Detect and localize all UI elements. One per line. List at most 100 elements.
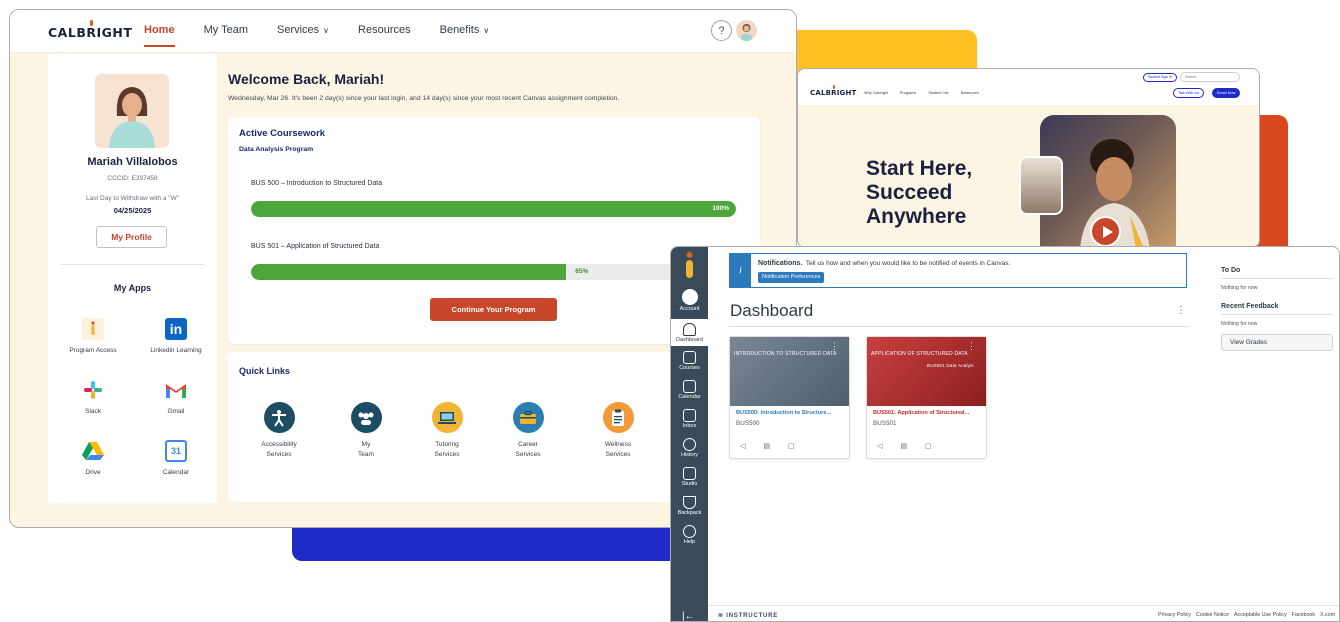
hero-line: Anywhere [866, 205, 967, 228]
nav-label: Calendar [678, 394, 701, 400]
canvas-calbright-logo-icon[interactable] [682, 251, 697, 279]
footer-links: Privacy Policy Cookie Notice Acceptable … [1158, 612, 1335, 618]
announcements-icon[interactable]: ◁ [877, 442, 882, 450]
app-program-access[interactable]: Program Access [57, 318, 129, 354]
play-video-button[interactable] [1090, 216, 1121, 247]
course-card-bus501[interactable]: APPLICATION OF STRUCTURED DATA BUS501 Da… [866, 336, 987, 459]
app-label: Slack [85, 408, 101, 415]
canvas-dashboard-window: Account Dashboard Courses Calendar Inbox… [670, 246, 1340, 622]
app-linkedin-learning[interactable]: in Linkedin Learning [140, 318, 212, 354]
footer-link-cookie[interactable]: Cookie Notice [1196, 612, 1229, 618]
nav-label: Account [679, 306, 700, 312]
canvas-nav-backpack[interactable]: Backpack [671, 496, 708, 516]
nav-label: Benefits [439, 24, 480, 36]
course-card-name[interactable]: BUS500: Introduction to Structure... [736, 410, 831, 416]
todo-title: To Do [1221, 267, 1333, 279]
continue-program-button[interactable]: Continue Your Program [430, 298, 557, 321]
website-nav-newsroom[interactable]: Newsroom [961, 91, 979, 95]
help-button[interactable]: ? [711, 20, 732, 41]
discussions-icon[interactable]: ▢ [788, 442, 795, 450]
website-nav-why-calbright[interactable]: Why Calbright [864, 91, 888, 95]
app-drive[interactable]: Drive [57, 440, 129, 476]
quick-link-accessibility[interactable]: Accessibility Services [234, 402, 324, 460]
canvas-nav-studio[interactable]: Studio [671, 467, 708, 487]
canvas-nav-account[interactable]: Account [671, 289, 708, 312]
website-search-input[interactable]: Search... [1180, 72, 1240, 82]
nav-item-my-team[interactable]: My Team [204, 24, 248, 36]
program-name: Data Analysis Program [239, 146, 314, 153]
canvas-nav-courses[interactable]: Courses [671, 351, 708, 371]
label-line: Wellness [604, 441, 632, 448]
student-signin-button[interactable]: Student Sign In [1143, 73, 1177, 82]
discussions-icon[interactable]: ▢ [925, 442, 932, 450]
website-nav-programs[interactable]: Programs [900, 91, 916, 95]
course-options-icon[interactable]: ⋮ [967, 341, 976, 352]
announcements-icon[interactable]: ◁ [740, 442, 745, 450]
footer-link-x[interactable]: X.com [1320, 612, 1335, 618]
team-icon [350, 402, 382, 433]
course-card-actions: ◁ ▤ ▢ [877, 442, 932, 450]
drive-icon [82, 440, 104, 462]
profile-name: Mariah Villalobos [87, 156, 178, 168]
course-options-icon[interactable]: ⋮ [830, 341, 839, 352]
app-gmail[interactable]: Gmail [140, 379, 212, 415]
nav-item-benefits[interactable]: Benefits ∨ [440, 24, 490, 36]
course-card-image: APPLICATION OF STRUCTURED DATA BUS501 Da… [867, 337, 986, 406]
quick-link-wellness[interactable]: Wellness Services [573, 402, 663, 460]
calbright-logo[interactable]: CALBRIGHT [48, 20, 132, 40]
quick-link-label: Tutoring Services [402, 440, 492, 460]
assignments-icon[interactable]: ▤ [763, 442, 770, 450]
website-nav-student-life[interactable]: Student Life [928, 91, 948, 95]
collapse-nav-icon[interactable]: |← [682, 611, 695, 621]
profile-avatar [95, 74, 169, 148]
website-calbright-logo[interactable]: CALBRIGHT [810, 85, 857, 97]
canvas-nav-inbox[interactable]: Inbox [671, 409, 708, 429]
enroll-now-button[interactable]: Enroll Now [1212, 88, 1241, 98]
portal-nav-items: Home My Team Services ∨ Resources Benefit… [144, 24, 490, 47]
footer-link-privacy[interactable]: Privacy Policy [1158, 612, 1191, 618]
website-nav: Why Calbright Programs Student Life News… [864, 91, 979, 95]
course-card-bus500[interactable]: INTRODUCTION TO STRUCTURED DATA ⋮ BUS500… [729, 336, 850, 459]
nav-label: Studio [681, 481, 698, 487]
notification-text: Notifications. Tell us how and when you … [758, 260, 1010, 267]
course-card-name[interactable]: BUS501: Application of Structured... [873, 410, 969, 416]
nav-label: Courses [679, 365, 700, 371]
label-line: Services [434, 451, 460, 458]
my-profile-button[interactable]: My Profile [96, 226, 167, 248]
canvas-nav-calendar[interactable]: Calendar [671, 380, 708, 400]
website-header: Student Sign In Search... CALBRIGHT Why … [798, 69, 1259, 105]
nav-item-home[interactable]: Home [144, 24, 175, 47]
help-icon: ? [718, 24, 725, 37]
dashboard-options-icon[interactable]: ⋮ [1176, 305, 1186, 316]
nav-label: Help [683, 539, 696, 545]
user-avatar[interactable] [736, 20, 757, 41]
account-icon [681, 289, 698, 305]
progress-fill: 100% [251, 201, 736, 217]
withdraw-label: Last Day to Withdraw with a "W" [85, 195, 180, 202]
quick-link-career[interactable]: Career Services [483, 402, 573, 460]
app-label: Drive [85, 469, 101, 476]
talk-with-us-button[interactable]: Talk With Us [1173, 88, 1205, 98]
quick-link-my-team[interactable]: My Team [321, 402, 411, 460]
instructure-logo[interactable]: ≋ INSTRUCTURE [718, 612, 778, 619]
canvas-nav-dashboard[interactable]: Dashboard [671, 319, 708, 346]
nav-item-resources[interactable]: Resources [358, 24, 411, 36]
quick-link-tutoring[interactable]: Tutoring Services [402, 402, 492, 460]
footer-link-aup[interactable]: Acceptable Use Policy [1234, 612, 1287, 618]
footer-link-facebook[interactable]: Facebook [1292, 612, 1315, 618]
course-card-image: INTRODUCTION TO STRUCTURED DATA ⋮ [730, 337, 849, 406]
canvas-nav-history[interactable]: History [671, 438, 708, 458]
app-calendar[interactable]: 31 Calendar [140, 440, 212, 476]
nav-label: Backpack [677, 510, 702, 516]
course-name-bus501: BUS 501 – Application of Structured Data [251, 243, 380, 250]
calbright-icon [82, 318, 104, 340]
canvas-nav-help[interactable]: Help [671, 525, 708, 545]
notification-message: Tell us how and when you would like to b… [805, 260, 1011, 267]
nav-label: Resources [358, 24, 411, 36]
view-grades-button[interactable]: View Grades [1221, 334, 1333, 351]
notification-preferences-button[interactable]: Notification Preferences [758, 272, 825, 283]
app-slack[interactable]: Slack [57, 379, 129, 415]
nav-item-services[interactable]: Services ∨ [277, 24, 329, 36]
video-thumbnail[interactable] [1019, 156, 1063, 215]
assignments-icon[interactable]: ▤ [900, 442, 907, 450]
